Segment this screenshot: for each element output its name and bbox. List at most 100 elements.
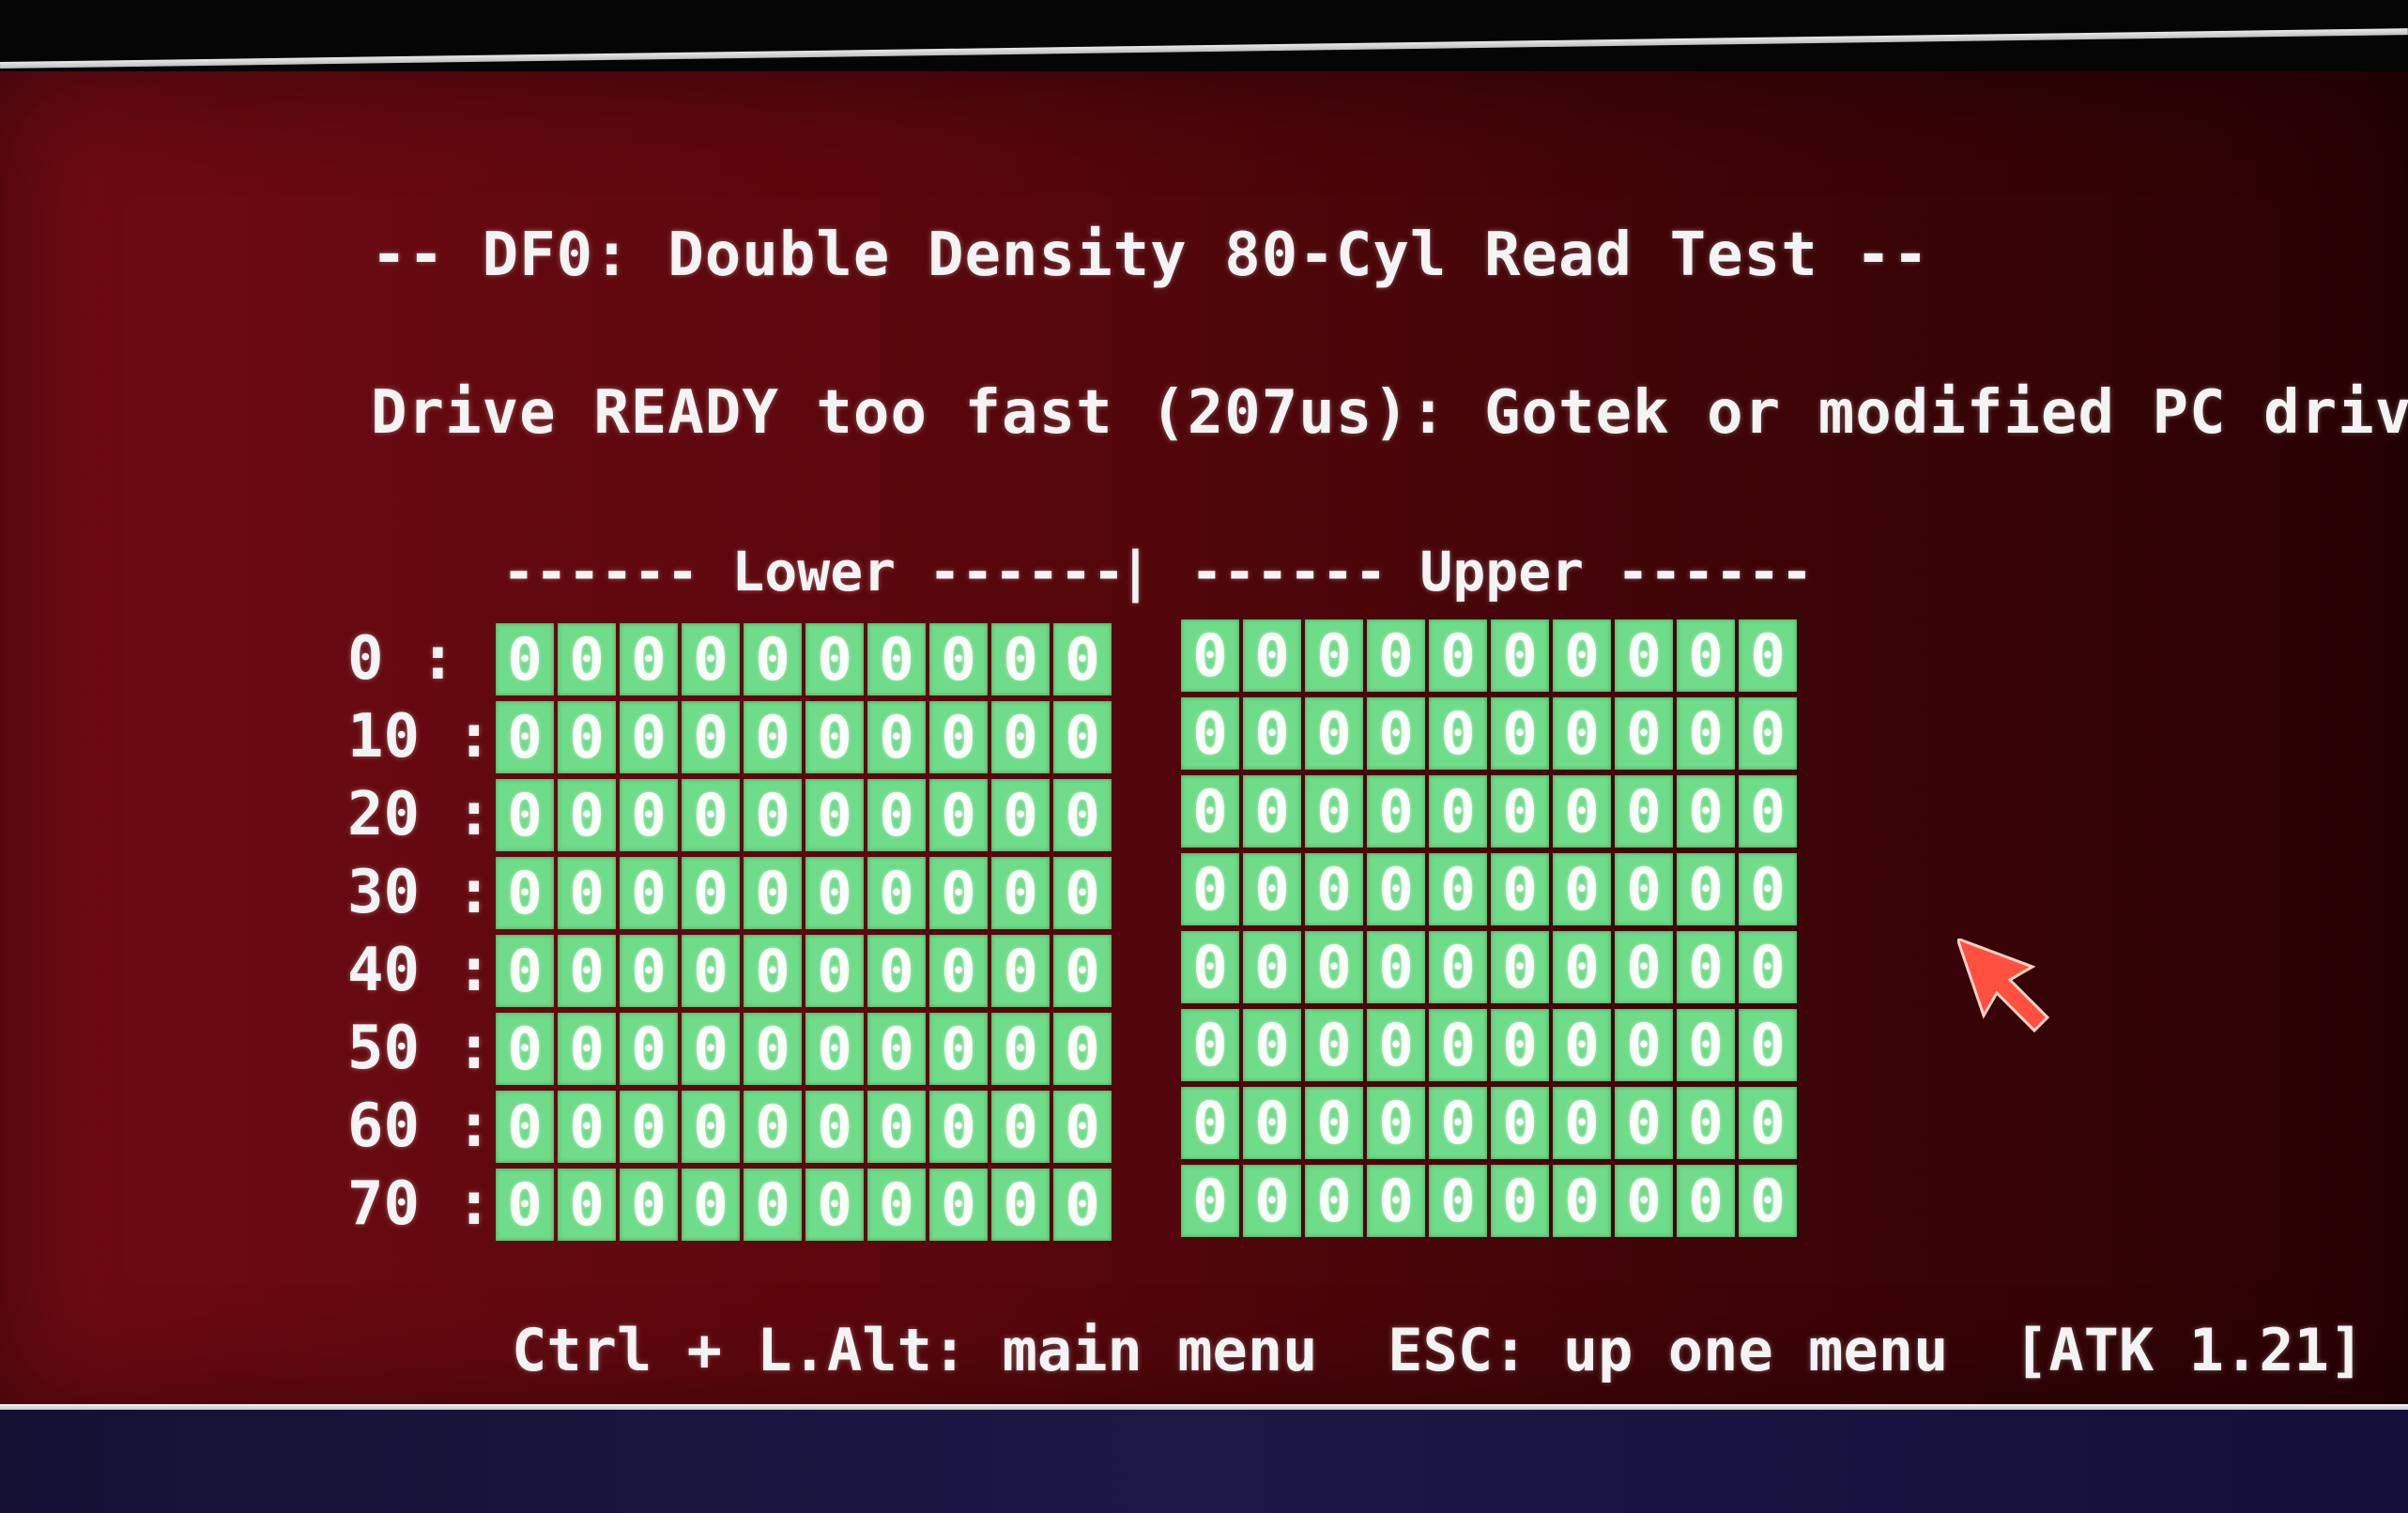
track-cell: 0 — [1615, 775, 1673, 848]
track-cell: 0 — [1181, 1087, 1239, 1159]
track-cell: 0 — [1429, 1009, 1487, 1081]
mouse-pointer-icon — [1957, 939, 2050, 1033]
track-cell: 0 — [1305, 697, 1363, 770]
track-cell: 0 — [744, 623, 802, 695]
track-cell: 0 — [1553, 1087, 1611, 1159]
row-label: 30 : — [347, 858, 493, 927]
track-cell: 0 — [682, 1169, 740, 1241]
track-cell: 0 — [682, 1013, 740, 1085]
track-cell: 0 — [1305, 1087, 1363, 1159]
track-cell: 0 — [929, 623, 988, 695]
track-cell: 0 — [1615, 619, 1673, 692]
track-cell: 0 — [991, 857, 1050, 929]
track-cell: 0 — [1305, 931, 1363, 1003]
track-cell: 0 — [991, 623, 1050, 695]
track-cell: 0 — [1553, 931, 1611, 1003]
track-cell: 0 — [991, 701, 1050, 773]
track-cell: 0 — [1615, 1087, 1673, 1159]
track-cell: 0 — [1181, 1009, 1239, 1081]
track-cell: 0 — [1305, 619, 1363, 692]
track-cell: 0 — [1181, 931, 1239, 1003]
track-cell: 0 — [1677, 775, 1735, 848]
track-cell: 0 — [1429, 853, 1487, 925]
row-label: 40 : — [347, 936, 493, 1005]
track-cell: 0 — [867, 857, 926, 929]
track-cell: 0 — [620, 857, 678, 929]
upper-header: ------ Upper ------ — [1190, 540, 1814, 604]
track-cell: 0 — [929, 1013, 988, 1085]
track-cell: 0 — [1615, 853, 1673, 925]
row-label: 70 : — [347, 1169, 493, 1239]
menu-hint: Ctrl + L.Alt: main menu ESC: up one menu — [512, 1316, 1949, 1384]
track-cell: 0 — [558, 1091, 616, 1163]
track-cell: 0 — [1053, 1091, 1112, 1163]
track-cell: 0 — [867, 1013, 926, 1085]
row-label: 0 : — [347, 624, 456, 694]
track-cell: 0 — [867, 1169, 926, 1241]
track-cell: 0 — [682, 857, 740, 929]
track-cell: 0 — [867, 701, 926, 773]
track-cell: 0 — [867, 779, 926, 851]
track-cell: 0 — [805, 701, 864, 773]
track-cell: 0 — [558, 701, 616, 773]
track-cell: 0 — [929, 1169, 988, 1241]
track-cell: 0 — [620, 623, 678, 695]
track-cell: 0 — [682, 779, 740, 851]
track-cell: 0 — [620, 1091, 678, 1163]
row-label: 10 : — [347, 702, 493, 772]
track-cell: 0 — [558, 857, 616, 929]
track-cell: 0 — [1367, 775, 1425, 848]
track-cell: 0 — [1677, 931, 1735, 1003]
track-cell: 0 — [1429, 1087, 1487, 1159]
track-cell: 0 — [1181, 697, 1239, 770]
track-cell: 0 — [1305, 1009, 1363, 1081]
track-cell: 0 — [558, 935, 616, 1007]
track-cell: 0 — [991, 1013, 1050, 1085]
version-label: [ATK 1.21] — [2014, 1316, 2365, 1384]
track-cell: 0 — [1053, 857, 1112, 929]
track-cell: 0 — [558, 623, 616, 695]
track-cell: 0 — [1739, 1165, 1797, 1237]
track-cell: 0 — [558, 1013, 616, 1085]
track-cell: 0 — [1181, 853, 1239, 925]
track-cell: 0 — [496, 857, 554, 929]
track-cell: 0 — [1677, 1087, 1735, 1159]
top-border — [0, 28, 2408, 69]
track-cell: 0 — [867, 935, 926, 1007]
track-cell: 0 — [1553, 1009, 1611, 1081]
track-cell: 0 — [1429, 931, 1487, 1003]
track-cell: 0 — [1367, 697, 1425, 770]
track-cell: 0 — [744, 1091, 802, 1163]
track-cell: 0 — [1677, 1165, 1735, 1237]
track-cell: 0 — [1181, 619, 1239, 692]
track-cell: 0 — [1677, 1009, 1735, 1081]
track-cell: 0 — [1615, 697, 1673, 770]
row-label: 60 : — [347, 1092, 493, 1161]
track-cell: 0 — [991, 935, 1050, 1007]
track-cell: 0 — [1553, 853, 1611, 925]
track-cell: 0 — [496, 935, 554, 1007]
track-cell: 0 — [1677, 697, 1735, 770]
screen: -- DF0: Double Density 80-Cyl Read Test … — [0, 0, 2408, 1513]
track-cell: 0 — [805, 1013, 864, 1085]
track-cell: 0 — [620, 1013, 678, 1085]
track-cell: 0 — [1053, 779, 1112, 851]
track-cell: 0 — [620, 935, 678, 1007]
track-cell: 0 — [496, 1013, 554, 1085]
track-cell: 0 — [1429, 697, 1487, 770]
track-cell: 0 — [620, 1169, 678, 1241]
lower-header: ------ Lower ------ — [502, 540, 1126, 604]
track-cell: 0 — [496, 1169, 554, 1241]
status-message: Drive READY too fast (207us): Gotek or m… — [371, 378, 2408, 448]
track-cell: 0 — [805, 935, 864, 1007]
track-cell: 0 — [991, 779, 1050, 851]
track-cell: 0 — [1677, 853, 1735, 925]
track-cell: 0 — [805, 623, 864, 695]
track-cell: 0 — [1367, 619, 1425, 692]
track-cell: 0 — [1739, 1087, 1797, 1159]
track-cell: 0 — [1243, 853, 1301, 925]
track-cell: 0 — [1243, 619, 1301, 692]
track-cell: 0 — [1367, 1165, 1425, 1237]
track-cell: 0 — [1739, 775, 1797, 848]
track-cell: 0 — [682, 701, 740, 773]
